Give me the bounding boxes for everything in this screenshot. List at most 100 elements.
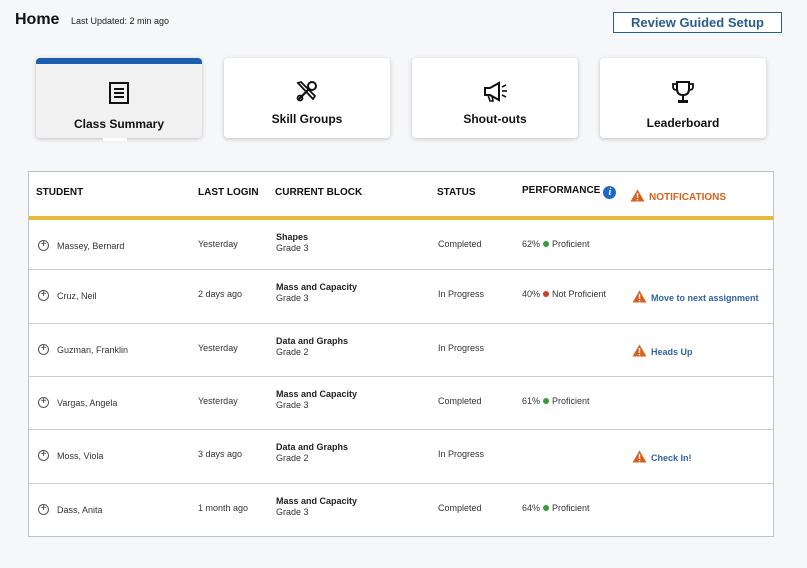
block-grade: Grade 3 [276,507,309,517]
warning-icon [630,189,645,202]
performance-score: 64% [522,503,541,513]
student-name[interactable]: Massey, Bernard [57,241,124,251]
page-title: Home [15,11,60,28]
column-header-student[interactable]: STUDENT [36,187,83,198]
current-block: Mass and Capacity Grade 3 [276,496,357,517]
megaphone-icon [482,78,508,104]
status: In Progress [438,289,485,299]
expand-row-icon[interactable]: + [38,240,49,251]
student-name[interactable]: Cruz, Neil [57,291,97,301]
active-tab-indicator [103,138,127,141]
block-grade: Grade 2 [276,347,309,357]
tab-class-summary[interactable]: Class Summary [36,58,202,138]
performance: 40% Not Proficient [522,289,606,299]
block-name: Mass and Capacity [276,282,358,292]
status: In Progress [438,343,485,353]
status: Completed [438,239,482,249]
performance-level: Proficient [552,503,590,513]
column-header-current-block[interactable]: CURRENT BLOCK [275,187,362,198]
expand-row-icon[interactable]: + [38,344,49,355]
performance-dot [543,398,550,404]
block-grade: Grade 3 [276,243,309,253]
warning-icon [632,450,647,463]
expand-row-icon[interactable]: + [38,397,49,408]
block-name: Shapes [276,232,309,242]
current-block: Shapes Grade 3 [276,232,309,253]
info-icon[interactable]: i [603,186,617,199]
block-grade: Grade 2 [276,453,309,463]
expand-row-icon[interactable]: + [38,450,49,461]
last-login: Yesterday [198,396,238,406]
tab-label: Shout-outs [463,112,527,126]
notification-text[interactable]: Heads Up [651,347,693,357]
notification-text[interactable]: Move to next assignment [651,293,759,303]
warning-icon [632,290,647,303]
last-updated-text: Last Updated: 2 min ago [71,16,170,26]
tab-skill-groups[interactable]: Skill Groups [224,58,390,138]
performance: 62% Proficient [522,239,590,249]
table-row[interactable]: + Cruz, Neil 2 days ago Mass and Capacity Gr… [29,270,773,324]
performance-score: 40% [522,289,541,299]
tab-label: Leaderboard [646,116,720,130]
last-login: 2 days ago [198,289,243,299]
column-header-last-login[interactable]: LAST LOGIN [198,187,259,198]
performance-dot [543,291,550,297]
table-row[interactable]: + Massey, Bernard Yesterday Shapes Grade 3 Co… [29,220,773,270]
table-row[interactable]: + Moss, Viola 3 days ago Data and Graphs Gra… [29,430,773,484]
table-header: STUDENT LAST LOGIN CURRENT BLOCK STATUS … [29,172,773,220]
last-login: 3 days ago [198,449,243,459]
tab-leaderboard[interactable]: Leaderboard [600,58,766,138]
column-header-performance[interactable]: PERFORMANCE [522,185,600,196]
current-block: Mass and Capacity Grade 3 [276,389,357,410]
student-name[interactable]: Vargas, Angela [57,398,117,408]
current-block: Data and Graphs Grade 2 [276,442,348,463]
table-row[interactable]: + Dass, Anita 1 month ago Mass and Capacity… [29,484,773,536]
current-block: Data and Graphs Grade 2 [276,336,348,357]
trophy-icon [670,79,696,105]
student-name[interactable]: Moss, Viola [57,451,103,461]
performance-score: 61% [522,396,541,406]
block-grade: Grade 3 [276,293,309,303]
status: Completed [438,396,482,406]
expand-row-icon[interactable]: + [38,504,49,515]
performance-level: Not Proficient [552,289,607,299]
column-header-performance-group: PERFORMANCE i [522,185,617,199]
last-login: Yesterday [198,239,238,249]
notification-text[interactable]: Check In! [651,453,692,463]
block-name: Mass and Capacity [276,496,358,506]
tools-icon [294,78,320,104]
warning-icon [632,344,647,357]
student-name[interactable]: Dass, Anita [57,505,103,515]
column-header-notifications[interactable]: NOTIFICATIONS [649,192,726,203]
tab-label: Skill Groups [271,112,343,126]
block-name: Data and Graphs [276,442,349,452]
column-header-notifications-group: NOTIFICATIONS [630,189,726,203]
last-login: 1 month ago [198,503,249,513]
status: Completed [438,503,482,513]
notification-link[interactable]: Heads Up [632,344,693,357]
performance-level: Proficient [552,239,590,249]
column-header-status[interactable]: STATUS [437,187,476,198]
performance-level: Proficient [552,396,590,406]
block-name: Mass and Capacity [276,389,358,399]
current-block: Mass and Capacity Grade 3 [276,282,357,303]
notification-link[interactable]: Check In! [632,450,692,463]
status: In Progress [438,449,485,459]
performance-score: 62% [522,239,541,249]
performance-dot [543,241,550,247]
table-row[interactable]: + Vargas, Angela Yesterday Mass and Capacit… [29,377,773,430]
last-login: Yesterday [198,343,238,353]
expand-row-icon[interactable]: + [38,290,49,301]
review-guided-setup-button[interactable]: Review Guided Setup [613,12,782,33]
tab-shout-outs[interactable]: Shout-outs [412,58,578,138]
block-grade: Grade 3 [276,400,309,410]
notification-link[interactable]: Move to next assignment [632,290,759,303]
table-row[interactable]: + Guzman, Franklin Yesterday Data and Graph… [29,324,773,377]
student-name[interactable]: Guzman, Franklin [57,345,128,355]
performance: 64% Proficient [522,503,590,513]
performance: 61% Proficient [522,396,590,406]
list-icon [106,80,132,106]
class-summary-table: STUDENT LAST LOGIN CURRENT BLOCK STATUS … [28,171,774,537]
block-name: Data and Graphs [276,336,349,346]
performance-dot [543,505,550,511]
